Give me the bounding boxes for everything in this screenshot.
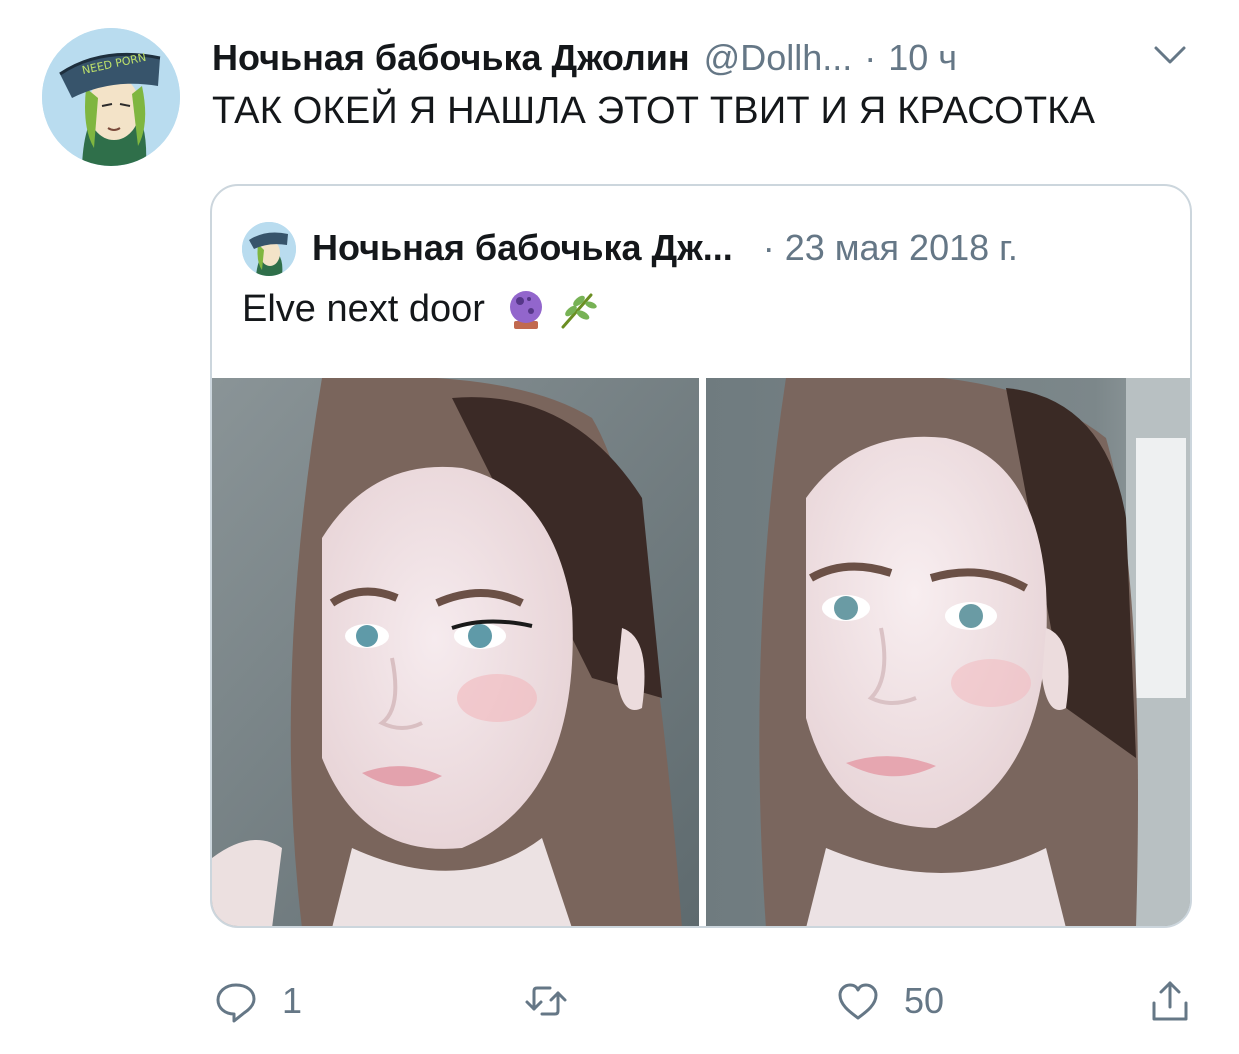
separator-dot: · xyxy=(864,37,877,78)
author-handle[interactable]: @Dollh... xyxy=(704,37,853,79)
crystal-ball-icon xyxy=(505,289,547,331)
quoted-text-line: Elve next door xyxy=(242,288,599,331)
retweet-button[interactable] xyxy=(524,976,592,1026)
heart-icon xyxy=(838,983,878,1020)
tweet-time[interactable]: 10 ч xyxy=(888,37,957,79)
like-button[interactable]: 50 xyxy=(836,976,944,1026)
quoted-author-name: Ночьная бабочька Дж... xyxy=(312,227,733,268)
tweet-text: ТАК ОКЕЙ Я НАШЛА ЭТОТ ТВИТ И Я КРАСОТКА xyxy=(212,90,1096,132)
author-name[interactable]: Ночьная бабочька Джолин xyxy=(212,37,690,79)
reply-button[interactable]: 1 xyxy=(214,976,302,1026)
quoted-text: Elve next door xyxy=(242,288,485,330)
tweet-actions: 1 50 xyxy=(0,970,1239,1034)
like-count: 50 xyxy=(904,980,945,1021)
quoted-author-avatar xyxy=(242,222,296,276)
share-icon xyxy=(1152,981,1188,1021)
quoted-header: Ночьная бабочька Дж... · 23 мая 2018 г. xyxy=(312,224,1018,272)
author-avatar[interactable]: NEED PORN xyxy=(42,28,180,166)
herb-icon xyxy=(557,289,599,331)
quoted-avatar-image xyxy=(242,222,296,276)
quoted-date: 23 мая 2018 г. xyxy=(784,227,1018,268)
quoted-photo-2[interactable] xyxy=(706,378,1190,926)
quoted-photo-1[interactable] xyxy=(212,378,699,926)
tweet-header: Ночьная бабочька Джолин @Dollh... · 10 ч xyxy=(212,36,957,80)
more-menu-chevron-down-icon[interactable] xyxy=(1150,40,1190,70)
reply-icon xyxy=(216,983,256,1023)
reply-count: 1 xyxy=(282,980,303,1021)
avatar-image: NEED PORN xyxy=(42,28,180,166)
quoted-tweet-card[interactable]: Ночьная бабочька Дж... · 23 мая 2018 г. … xyxy=(210,184,1192,928)
photo-divider xyxy=(699,378,706,926)
share-button[interactable] xyxy=(1148,976,1192,1026)
quoted-photos xyxy=(212,378,1190,926)
separator-dot: · xyxy=(762,227,775,268)
retweet-icon xyxy=(525,986,567,1016)
